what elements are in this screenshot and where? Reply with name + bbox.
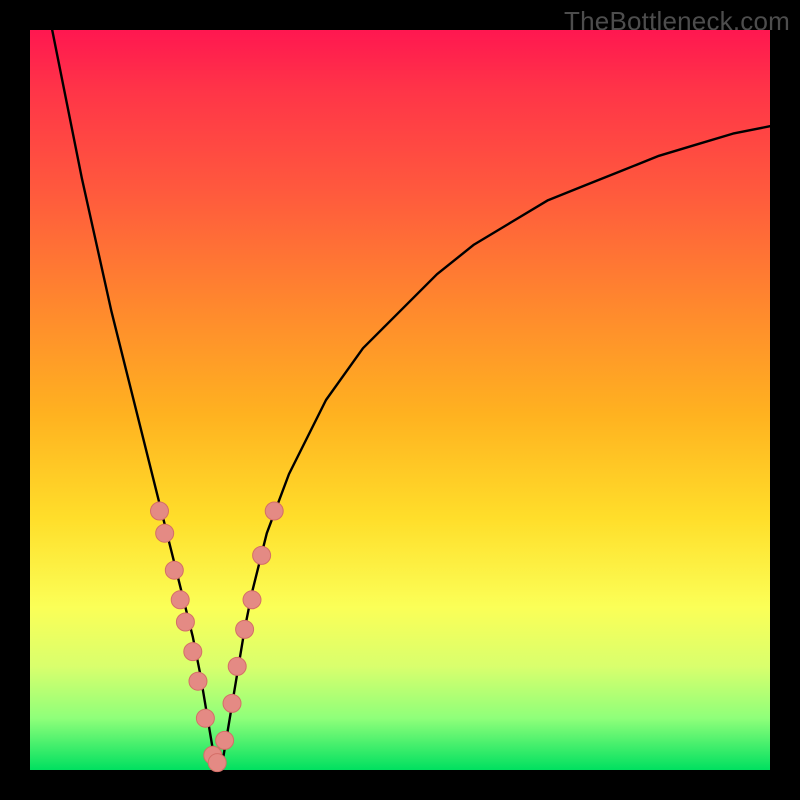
sample-point [156, 524, 174, 542]
sample-point [265, 502, 283, 520]
sample-point [184, 643, 202, 661]
sample-point [216, 731, 234, 749]
sample-point [196, 709, 214, 727]
sample-point [223, 694, 241, 712]
sample-point [253, 546, 271, 564]
sample-point [165, 561, 183, 579]
sample-point [243, 591, 261, 609]
sample-point [151, 502, 169, 520]
sample-point [236, 620, 254, 638]
sample-point [171, 591, 189, 609]
chart-overlay [30, 30, 770, 770]
sample-point [228, 657, 246, 675]
chart-stage: TheBottleneck.com [0, 0, 800, 800]
sample-point [176, 613, 194, 631]
bottleneck-curve [52, 30, 770, 763]
sample-point [189, 672, 207, 690]
sample-point [208, 754, 226, 772]
